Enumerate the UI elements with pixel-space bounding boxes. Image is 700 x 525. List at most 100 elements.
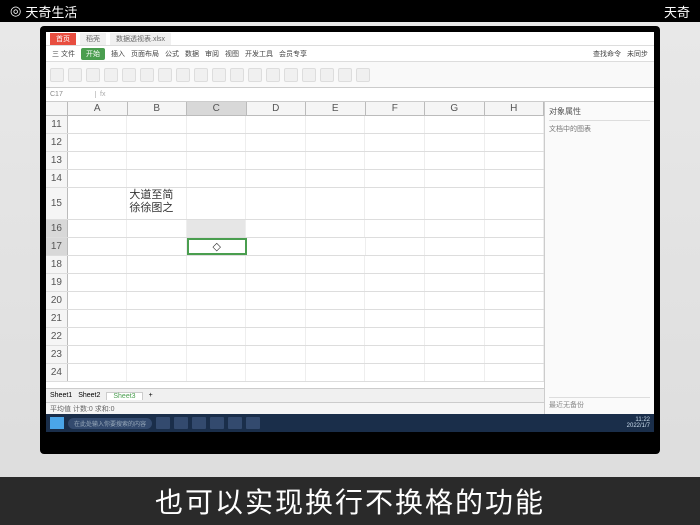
cell[interactable] (68, 310, 128, 327)
tab-sheet3-active[interactable]: Sheet3 (106, 392, 142, 400)
cell[interactable] (68, 220, 128, 237)
cell[interactable] (425, 292, 485, 309)
row-header[interactable]: 15 (46, 188, 68, 219)
cell[interactable] (425, 170, 485, 187)
cell[interactable] (127, 256, 187, 273)
col-header[interactable]: B (128, 102, 188, 115)
rowcol-icon[interactable] (284, 68, 298, 82)
menu-layout[interactable]: 页面布局 (131, 49, 159, 59)
cell[interactable] (127, 116, 187, 133)
cell[interactable] (68, 134, 128, 151)
task-icon[interactable] (192, 417, 206, 429)
col-header[interactable]: F (366, 102, 426, 115)
cell[interactable] (306, 292, 366, 309)
cell[interactable] (425, 220, 485, 237)
menu-file[interactable]: 三 文件 (52, 49, 75, 59)
cell[interactable] (68, 364, 128, 381)
menu-dev[interactable]: 开发工具 (245, 49, 273, 59)
menu-data[interactable]: 数据 (185, 49, 199, 59)
cell[interactable] (365, 170, 425, 187)
cell[interactable] (306, 346, 366, 363)
cell[interactable] (127, 238, 186, 255)
cell[interactable] (68, 346, 128, 363)
cell[interactable] (246, 170, 306, 187)
cell[interactable] (485, 116, 545, 133)
start-button[interactable] (50, 417, 64, 429)
cell[interactable] (306, 274, 366, 291)
cell[interactable] (246, 274, 306, 291)
align-icon[interactable] (122, 68, 136, 82)
cell[interactable] (425, 134, 485, 151)
cell[interactable] (306, 256, 366, 273)
tab-file[interactable]: 数据透视表.xlsx (110, 33, 171, 45)
cell[interactable] (127, 152, 187, 169)
tab-home[interactable]: 首页 (50, 33, 76, 45)
cell[interactable] (68, 188, 128, 219)
cell[interactable] (127, 274, 187, 291)
find-icon[interactable] (266, 68, 280, 82)
cell[interactable] (485, 170, 545, 187)
col-header[interactable]: E (306, 102, 366, 115)
col-header[interactable]: G (425, 102, 485, 115)
select-all-corner[interactable] (46, 102, 68, 115)
cell[interactable] (485, 134, 545, 151)
menu-insert[interactable]: 插入 (111, 49, 125, 59)
cell[interactable] (425, 188, 485, 219)
cell[interactable] (425, 256, 485, 273)
task-icon[interactable] (174, 417, 188, 429)
taskbar-clock[interactable]: 11:22 2022/1/7 (627, 417, 650, 429)
spreadsheet-grid[interactable]: A B C D E F G H 11 12 13 14 15大道至简 (46, 102, 544, 414)
cell[interactable] (246, 364, 306, 381)
col-header[interactable]: C (187, 102, 247, 115)
cell[interactable] (187, 292, 247, 309)
cell[interactable] (425, 238, 484, 255)
sum-icon[interactable] (212, 68, 226, 82)
cell[interactable] (485, 274, 545, 291)
cell[interactable] (485, 238, 544, 255)
tab-sheet1[interactable]: Sheet1 (50, 392, 72, 399)
row-header[interactable]: 24 (46, 364, 68, 381)
merge-icon[interactable] (140, 68, 154, 82)
cell[interactable] (127, 364, 187, 381)
task-icon[interactable] (228, 417, 242, 429)
cell[interactable] (485, 256, 545, 273)
cell[interactable] (485, 310, 545, 327)
col-header[interactable]: H (485, 102, 544, 115)
cell[interactable] (187, 310, 247, 327)
task-icon[interactable] (210, 417, 224, 429)
cell[interactable] (485, 346, 545, 363)
cell[interactable] (246, 134, 306, 151)
find-replace-icon[interactable] (356, 68, 370, 82)
cell[interactable] (306, 188, 366, 219)
sort-icon[interactable] (230, 68, 244, 82)
cell[interactable] (68, 328, 128, 345)
cell[interactable] (365, 292, 425, 309)
cell[interactable] (306, 170, 366, 187)
search-box[interactable]: 在此处输入你要搜索的内容 (68, 418, 152, 429)
cell[interactable] (365, 310, 425, 327)
task-icon[interactable] (156, 417, 170, 429)
row-header[interactable]: 16 (46, 220, 68, 237)
cell[interactable] (485, 328, 545, 345)
name-box[interactable]: C17 (46, 91, 96, 98)
cell[interactable] (365, 346, 425, 363)
freeze-icon[interactable] (320, 68, 334, 82)
row-header[interactable]: 18 (46, 256, 68, 273)
cell[interactable] (68, 170, 128, 187)
cell[interactable] (187, 170, 247, 187)
cell[interactable] (127, 134, 187, 151)
cell[interactable] (127, 220, 187, 237)
cell[interactable] (365, 152, 425, 169)
cell[interactable] (425, 116, 485, 133)
cell[interactable] (68, 238, 127, 255)
row-header[interactable]: 23 (46, 346, 68, 363)
cell[interactable] (187, 134, 247, 151)
cell[interactable] (246, 116, 306, 133)
cell[interactable] (365, 134, 425, 151)
cell[interactable] (365, 328, 425, 345)
cell[interactable] (306, 220, 366, 237)
cell[interactable] (425, 274, 485, 291)
cell[interactable] (246, 328, 306, 345)
cell[interactable] (247, 238, 306, 255)
cut-icon[interactable] (68, 68, 82, 82)
